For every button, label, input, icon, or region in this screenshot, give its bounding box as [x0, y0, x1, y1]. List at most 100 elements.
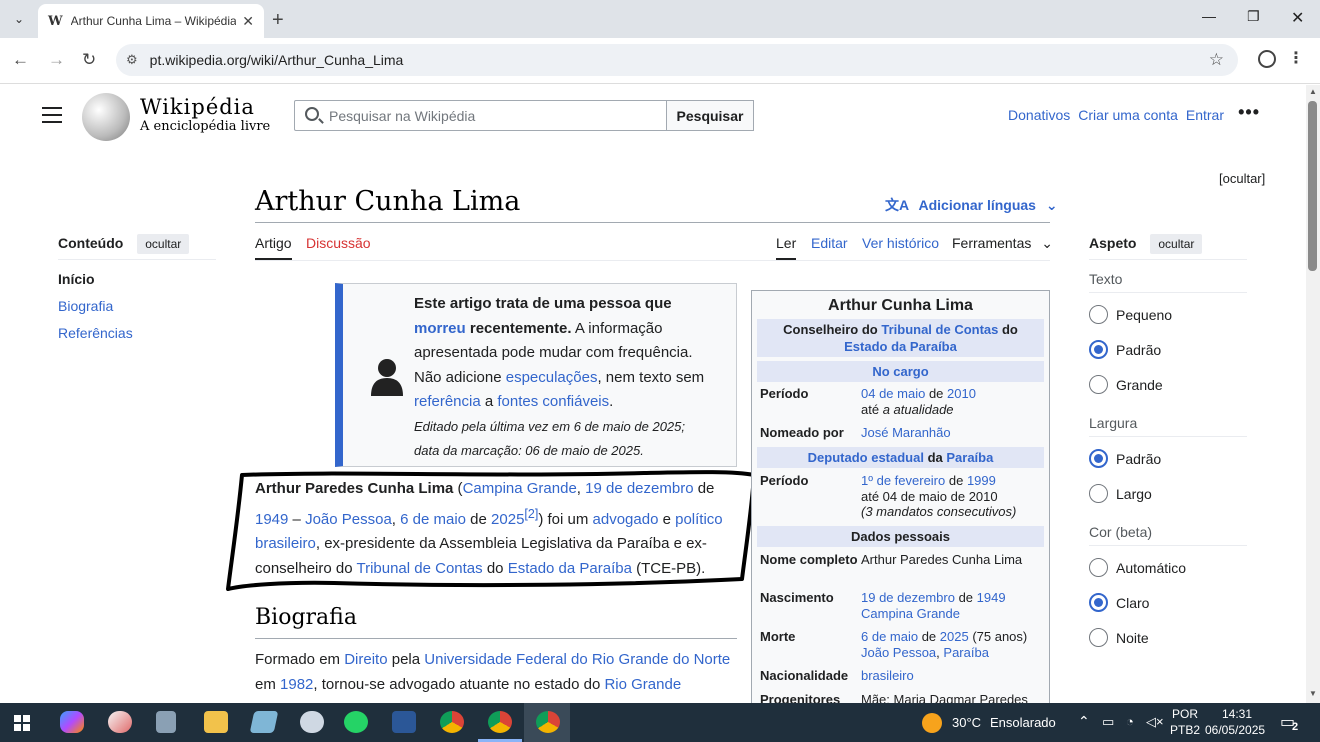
notice-link-died[interactable]: morreu — [414, 320, 466, 337]
link-2010[interactable]: 2010 — [947, 386, 976, 401]
browser-tab[interactable]: W Arthur Cunha Lima – Wikipédia ✕ — [38, 4, 264, 38]
file-explorer-icon[interactable] — [204, 711, 228, 733]
restore-icon[interactable]: ❐ — [1247, 8, 1260, 25]
toc-item-referencias[interactable]: Referências — [58, 325, 133, 341]
page-scrollbar[interactable]: ▲ ▼ — [1306, 85, 1320, 703]
tab-edit[interactable]: Editar — [811, 235, 848, 251]
radio-text-grande[interactable]: Grande — [1089, 375, 1163, 394]
radio-color-claro[interactable]: Claro — [1089, 593, 1149, 612]
scrollbar-thumb[interactable] — [1308, 101, 1317, 271]
link-no-cargo[interactable]: No cargo — [872, 364, 928, 379]
minimize-icon[interactable]: — — [1202, 8, 1216, 24]
more-options-icon[interactable]: ••• — [1238, 102, 1260, 123]
calculator-icon[interactable] — [156, 711, 176, 733]
meet-icon[interactable]: ▭ — [1102, 714, 1114, 730]
bookmark-star-icon[interactable]: ☆ — [1209, 50, 1224, 70]
link-1999[interactable]: 1999 — [967, 473, 996, 488]
donate-link[interactable]: Donativos — [1008, 107, 1070, 123]
link-19-dezembro[interactable]: 19 de dezembro — [861, 590, 955, 605]
back-icon[interactable]: ← — [12, 50, 29, 70]
link-2025[interactable]: 2025 — [940, 629, 969, 644]
word-icon[interactable] — [392, 711, 416, 733]
tab-article[interactable]: Artigo — [255, 235, 292, 260]
tools-menu[interactable]: Ferramentas ⌄ — [952, 235, 1053, 252]
windows-start-icon[interactable] — [14, 715, 30, 731]
weather-condition[interactable]: Ensolarado — [990, 715, 1056, 730]
login-link[interactable]: Entrar — [1186, 107, 1224, 123]
scroll-up-icon[interactable]: ▲ — [1309, 87, 1317, 96]
toc-item-biografia[interactable]: Biografia — [58, 298, 113, 314]
radio-text-pequeno[interactable]: Pequeno — [1089, 305, 1172, 324]
notice-link-reference[interactable]: referência — [414, 393, 481, 410]
chrome-profile-icon[interactable] — [488, 711, 512, 733]
chevron-up-icon[interactable]: ⌃ — [1078, 713, 1090, 730]
search-button[interactable]: Pesquisar — [666, 100, 754, 131]
language-icon: 文A — [885, 197, 909, 213]
url-field[interactable]: ⚙ pt.wikipedia.org/wiki/Arthur_Cunha_Lim… — [116, 44, 1238, 76]
link-estado-paraiba[interactable]: Estado da Paraíba — [844, 339, 957, 354]
notice-link-reliable-sources[interactable]: fontes confiáveis — [497, 393, 609, 410]
wifi-icon[interactable]: ◔ — [1126, 714, 1134, 729]
radio-text-padrao[interactable]: Padrão — [1089, 340, 1161, 359]
create-account-link[interactable]: Criar uma conta — [1078, 107, 1178, 123]
link-paraiba[interactable]: Paraíba — [946, 450, 993, 465]
chrome-icon[interactable] — [440, 711, 464, 733]
link-paraiba[interactable]: Paraíba — [943, 645, 989, 660]
link-campina-grande[interactable]: Campina Grande — [861, 606, 960, 621]
link-1-fevereiro[interactable]: 1º de fevereiro — [861, 473, 945, 488]
whatsapp-icon[interactable] — [344, 711, 368, 733]
weather-sun-icon[interactable] — [922, 713, 942, 733]
keyboard-layout[interactable]: PTB2 — [1170, 723, 1200, 737]
tab-discussion[interactable]: Discussão — [306, 235, 371, 251]
link-rio-grande[interactable]: Rio Grande — [604, 676, 681, 693]
speaker-muted-icon[interactable]: ◁× — [1146, 714, 1164, 730]
link-1949[interactable]: 1949 — [977, 590, 1006, 605]
forward-icon[interactable]: → — [48, 50, 65, 70]
link-tribunal-de-contas[interactable]: Tribunal de Contas — [881, 322, 998, 337]
reload-icon[interactable]: ↻ — [82, 50, 96, 70]
link-04-maio[interactable]: 04 de maio — [861, 386, 925, 401]
link-jose-maranhao[interactable]: José Maranhão — [861, 425, 951, 440]
wikipedia-wordmark[interactable]: Wikipédia — [140, 95, 255, 119]
link-ufrn[interactable]: Universidade Federal do Rio Grande do No… — [424, 651, 730, 668]
add-languages-button[interactable]: 文A Adicionar línguas ⌄ — [885, 195, 1058, 215]
search-input[interactable]: Pesquisar na Wikipédia — [294, 100, 667, 131]
window-close-icon[interactable]: ✕ — [1291, 8, 1304, 28]
site-info-icon[interactable]: ⚙ — [126, 52, 138, 68]
toc-item-inicio[interactable]: Início — [58, 271, 95, 287]
notice-link-speculation[interactable]: especulações — [506, 369, 598, 386]
clock-time[interactable]: 14:31 — [1222, 707, 1252, 721]
weather-temperature[interactable]: 30°C — [952, 715, 981, 730]
link-6-maio[interactable]: 6 de maio — [861, 629, 918, 644]
wikipedia-globe-logo[interactable] — [82, 93, 130, 141]
notepad-icon[interactable] — [249, 711, 279, 733]
scroll-down-icon[interactable]: ▼ — [1309, 689, 1317, 698]
link-brasileiro[interactable]: brasileiro — [861, 668, 914, 683]
radio-color-automatico[interactable]: Automático — [1089, 558, 1186, 577]
hide-link[interactable]: [ocultar] — [1219, 171, 1265, 186]
text: (75 anos) — [968, 629, 1028, 644]
link-1982[interactable]: 1982 — [280, 676, 313, 693]
input-language[interactable]: POR — [1172, 707, 1198, 721]
profile-icon[interactable] — [1258, 50, 1276, 68]
close-tab-icon[interactable]: ✕ — [242, 13, 254, 30]
tab-search-button[interactable]: ⌄ — [8, 8, 30, 30]
paint-icon[interactable] — [108, 711, 132, 733]
clock-date[interactable]: 06/05/2025 — [1205, 723, 1265, 737]
new-tab-button[interactable]: + — [272, 9, 284, 32]
link-deputado-estadual[interactable]: Deputado estadual — [808, 450, 924, 465]
chrome-active-icon[interactable] — [536, 711, 560, 733]
main-menu-icon[interactable] — [42, 107, 62, 123]
radio-width-padrao[interactable]: Padrão — [1089, 449, 1161, 468]
copilot-icon[interactable] — [60, 711, 84, 733]
appearance-hide-button[interactable]: ocultar — [1150, 234, 1203, 254]
link-joao-pessoa[interactable]: João Pessoa — [861, 645, 936, 660]
link-direito[interactable]: Direito — [344, 651, 387, 668]
tab-history[interactable]: Ver histórico — [862, 235, 939, 251]
radio-color-noite[interactable]: Noite — [1089, 628, 1149, 647]
radio-width-largo[interactable]: Largo — [1089, 484, 1152, 503]
toc-hide-button[interactable]: ocultar — [137, 234, 190, 254]
tab-read[interactable]: Ler — [776, 235, 797, 260]
snipping-tool-icon[interactable] — [300, 711, 324, 733]
browser-menu-icon[interactable]: ⋮ — [1288, 48, 1304, 68]
